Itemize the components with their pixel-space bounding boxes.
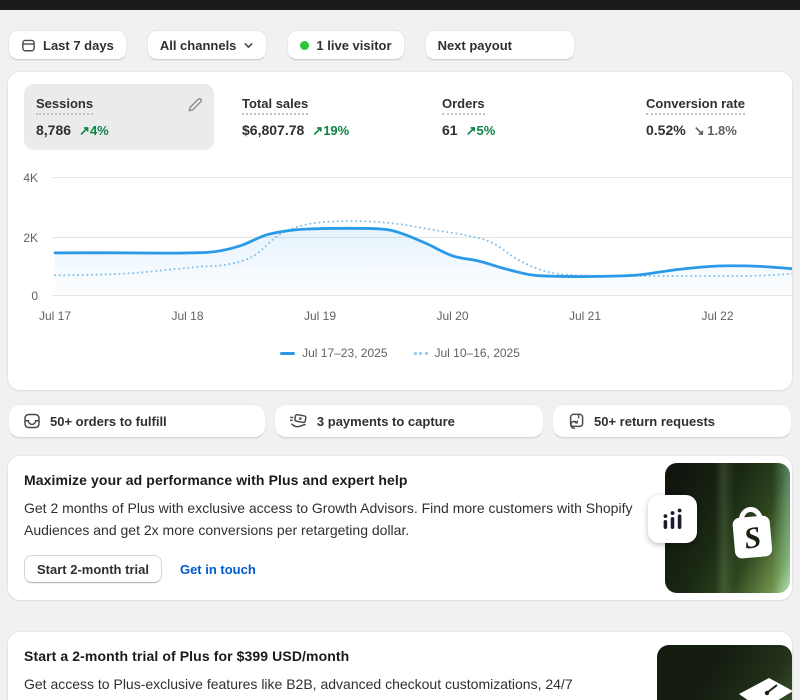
metric-value: 0.52% bbox=[646, 122, 686, 138]
return-requests-button[interactable]: 50+ return requests bbox=[552, 404, 792, 438]
plus-trial-image bbox=[657, 645, 792, 700]
top-nav-bar bbox=[0, 0, 800, 10]
next-payout-label: Next payout bbox=[438, 38, 512, 53]
metric-value: 8,786 bbox=[36, 122, 71, 138]
payments-icon bbox=[289, 412, 308, 430]
shopify-bag-logo-icon: S bbox=[725, 499, 779, 566]
dotted-line-marker-icon bbox=[414, 352, 428, 355]
metric-sessions[interactable]: Sessions 8,786 ↗4% bbox=[24, 84, 214, 150]
metric-change: ↗5% bbox=[466, 123, 496, 139]
live-visitor-dot-icon bbox=[300, 41, 309, 50]
metric-value: $6,807.78 bbox=[242, 122, 304, 138]
orders-to-fulfill-button[interactable]: 50+ orders to fulfill bbox=[8, 404, 266, 438]
promo-title: Maximize your ad performance with Plus a… bbox=[24, 472, 776, 488]
metrics-row: Sessions 8,786 ↗4% Total sales $6,807.78… bbox=[8, 72, 792, 150]
metric-value: 61 bbox=[442, 122, 458, 138]
date-range-button[interactable]: Last 7 days bbox=[8, 30, 127, 60]
legend-label: Jul 10–16, 2025 bbox=[435, 346, 520, 360]
metric-label: Orders bbox=[442, 96, 485, 115]
sessions-line-chart[interactable]: 4K 2K 0 Jul 17 Jul 18 Jul 19 Jul 20 Jul … bbox=[8, 168, 792, 328]
plus-ad-performance-card: Maximize your ad performance with Plus a… bbox=[8, 456, 792, 600]
legend-label: Jul 17–23, 2025 bbox=[302, 346, 387, 360]
analytics-card: Sessions 8,786 ↗4% Total sales $6,807.78… bbox=[8, 72, 792, 390]
y-tick: 0 bbox=[31, 289, 38, 303]
calendar-icon bbox=[21, 38, 36, 53]
payments-to-capture-button[interactable]: 3 payments to capture bbox=[274, 404, 544, 438]
metric-orders[interactable]: Orders 61 ↗5% bbox=[430, 84, 618, 150]
metric-total-sales[interactable]: Total sales $6,807.78 ↗19% bbox=[230, 84, 414, 150]
promo-body: Get 2 months of Plus with exclusive acce… bbox=[24, 497, 664, 541]
get-in-touch-link[interactable]: Get in touch bbox=[180, 562, 256, 577]
y-tick: 4K bbox=[23, 171, 38, 185]
orders-icon bbox=[23, 412, 41, 430]
bar-chart-icon bbox=[659, 506, 686, 533]
x-tick: Jul 21 bbox=[569, 309, 601, 323]
metric-label: Conversion rate bbox=[646, 96, 745, 115]
next-payout-button[interactable]: Next payout bbox=[425, 30, 575, 60]
current-period-area bbox=[55, 228, 792, 295]
edit-pencil-icon[interactable] bbox=[186, 96, 204, 114]
header-filter-row: Last 7 days All channels 1 live visitor … bbox=[8, 30, 792, 60]
legend-current-period: Jul 17–23, 2025 bbox=[280, 346, 387, 360]
metric-change: ↘ 1.8% bbox=[694, 123, 737, 139]
chevron-down-icon bbox=[243, 40, 254, 51]
returns-icon bbox=[567, 412, 585, 430]
metric-label: Total sales bbox=[242, 96, 308, 115]
x-tick: Jul 19 bbox=[304, 309, 336, 323]
y-tick: 2K bbox=[23, 231, 38, 245]
action-label: 3 payments to capture bbox=[317, 414, 455, 429]
x-tick: Jul 17 bbox=[39, 309, 71, 323]
x-tick: Jul 18 bbox=[171, 309, 203, 323]
start-trial-button[interactable]: Start 2-month trial bbox=[24, 555, 162, 583]
metric-change: ↗19% bbox=[312, 123, 349, 139]
envelope-icon bbox=[737, 678, 792, 700]
channels-label: All channels bbox=[160, 38, 237, 53]
channels-button[interactable]: All channels bbox=[147, 30, 268, 60]
actions-row: 50+ orders to fulfill 3 payments to capt… bbox=[8, 404, 792, 438]
action-label: 50+ orders to fulfill bbox=[50, 414, 167, 429]
promo-body: Get access to Plus-exclusive features li… bbox=[24, 673, 664, 695]
insights-tile bbox=[648, 495, 697, 543]
metric-change: ↗4% bbox=[79, 123, 109, 139]
x-tick: Jul 22 bbox=[701, 309, 733, 323]
chart-legend: Jul 17–23, 2025 Jul 10–16, 2025 bbox=[8, 346, 792, 360]
legend-previous-period: Jul 10–16, 2025 bbox=[414, 346, 520, 360]
live-visitors-label: 1 live visitor bbox=[316, 38, 391, 53]
x-tick: Jul 20 bbox=[436, 309, 468, 323]
metric-label: Sessions bbox=[36, 96, 93, 115]
solid-line-marker-icon bbox=[280, 352, 295, 355]
plus-trial-pricing-card: Start a 2-month trial of Plus for $399 U… bbox=[8, 632, 792, 700]
action-label: 50+ return requests bbox=[594, 414, 715, 429]
date-range-label: Last 7 days bbox=[43, 38, 114, 53]
live-visitors-button[interactable]: 1 live visitor bbox=[287, 30, 404, 60]
metric-conversion-rate[interactable]: Conversion rate 0.52% ↘ 1.8% bbox=[634, 84, 776, 150]
